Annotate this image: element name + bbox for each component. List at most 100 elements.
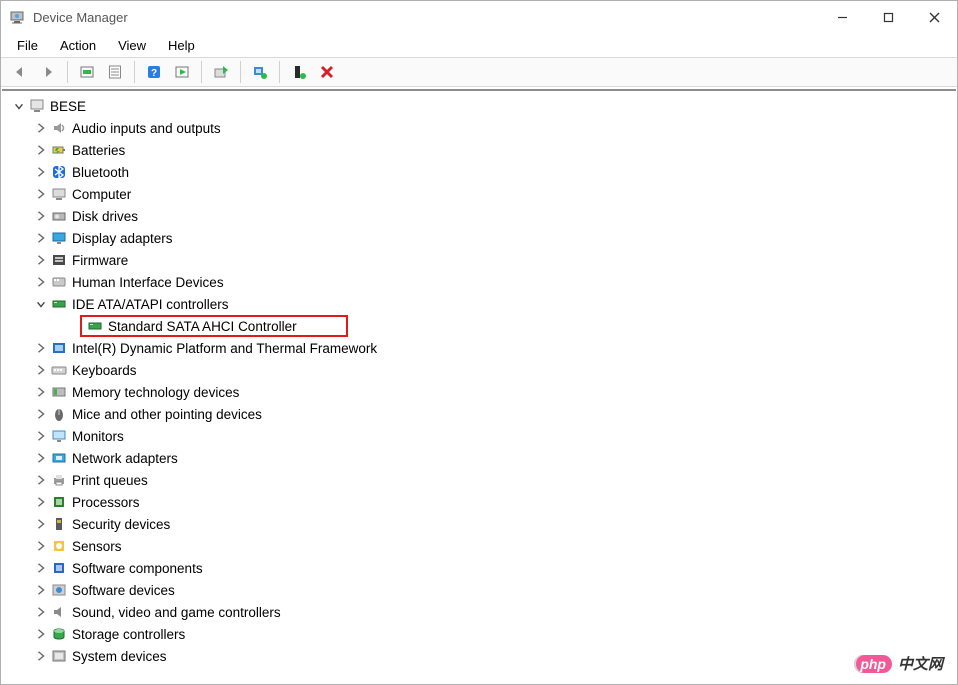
tree-item-label: Network adapters [72, 451, 178, 466]
swdev-icon [50, 581, 68, 599]
tree-item-batteries[interactable]: Batteries [8, 139, 956, 161]
toolbar-separator [201, 61, 202, 83]
tree-item-monitors[interactable]: Monitors [8, 425, 956, 447]
tree-item-diskdrives[interactable]: Disk drives [8, 205, 956, 227]
expand-icon[interactable] [34, 187, 48, 201]
expand-icon[interactable] [34, 429, 48, 443]
expand-icon[interactable] [34, 627, 48, 641]
tree-item-computer[interactable]: Computer [8, 183, 956, 205]
tree-item-swdev[interactable]: Software devices [8, 579, 956, 601]
expand-icon[interactable] [34, 341, 48, 355]
tree-item-sound[interactable]: Sound, video and game controllers [8, 601, 956, 623]
tree-item-swcomp[interactable]: Software components [8, 557, 956, 579]
tree-item-label: Display adapters [72, 231, 173, 246]
minimize-button[interactable] [819, 1, 865, 33]
menu-help[interactable]: Help [160, 36, 203, 55]
watermark-badge: php [854, 655, 892, 673]
expand-icon[interactable] [34, 275, 48, 289]
tree-item-intel[interactable]: Intel(R) Dynamic Platform and Thermal Fr… [8, 337, 956, 359]
memtech-icon [50, 383, 68, 401]
sata-icon [86, 317, 104, 335]
expand-icon[interactable] [34, 539, 48, 553]
window-title: Device Manager [33, 10, 128, 25]
expand-icon[interactable] [34, 407, 48, 421]
back-button[interactable] [7, 60, 33, 84]
expand-icon[interactable] [34, 649, 48, 663]
toolbar: ? [1, 57, 957, 87]
help-button[interactable]: ? [141, 60, 167, 84]
hid-icon [50, 273, 68, 291]
update-driver-button[interactable] [208, 60, 234, 84]
tree-item-audio[interactable]: Audio inputs and outputs [8, 117, 956, 139]
show-hidden-button[interactable] [74, 60, 100, 84]
uninstall-icon-button[interactable] [247, 60, 273, 84]
audio-icon [50, 119, 68, 137]
expand-icon[interactable] [34, 253, 48, 267]
tree-item-sata[interactable]: Standard SATA AHCI Controller [8, 315, 956, 337]
firmware-icon [50, 251, 68, 269]
svg-text:?: ? [151, 68, 157, 79]
maximize-button[interactable] [865, 1, 911, 33]
expand-icon[interactable] [34, 451, 48, 465]
expand-icon[interactable] [34, 209, 48, 223]
tree-item-label: Audio inputs and outputs [72, 121, 221, 136]
expand-icon[interactable] [34, 143, 48, 157]
tree-item-processors[interactable]: Processors [8, 491, 956, 513]
display-icon [50, 229, 68, 247]
expand-icon[interactable] [34, 231, 48, 245]
intel-icon [50, 339, 68, 357]
tree-item-sysdev[interactable]: System devices [8, 645, 956, 667]
tree-item-label: Monitors [72, 429, 124, 444]
storage-icon [50, 625, 68, 643]
tree-item-security[interactable]: Security devices [8, 513, 956, 535]
tree-item-storage[interactable]: Storage controllers [8, 623, 956, 645]
tree-item-hid[interactable]: Human Interface Devices [8, 271, 956, 293]
tree-item-label: Batteries [72, 143, 125, 158]
close-button[interactable] [911, 1, 957, 33]
toolbar-separator [67, 61, 68, 83]
sysdev-icon [50, 647, 68, 665]
expand-icon[interactable] [34, 495, 48, 509]
tree-item-network[interactable]: Network adapters [8, 447, 956, 469]
device-tree[interactable]: BESE Audio inputs and outputs Batteries Blu… [2, 91, 956, 683]
menu-action[interactable]: Action [52, 36, 104, 55]
tree-item-label: Security devices [72, 517, 170, 532]
expand-icon[interactable] [34, 363, 48, 377]
expand-icon[interactable] [34, 165, 48, 179]
tree-item-mice[interactable]: Mice and other pointing devices [8, 403, 956, 425]
expand-icon[interactable] [34, 517, 48, 531]
tree-item-keyboards[interactable]: Keyboards [8, 359, 956, 381]
expand-icon[interactable] [34, 583, 48, 597]
collapse-icon[interactable] [12, 99, 26, 113]
tree-item-firmware[interactable]: Firmware [8, 249, 956, 271]
add-legacy-button[interactable] [286, 60, 312, 84]
tree-item-label: Keyboards [72, 363, 137, 378]
tree-item-ide[interactable]: IDE ATA/ATAPI controllers [8, 293, 956, 315]
remove-device-button[interactable] [314, 60, 340, 84]
expand-icon[interactable] [34, 561, 48, 575]
mice-icon [50, 405, 68, 423]
tree-item-label: Processors [72, 495, 140, 510]
expand-icon[interactable] [34, 121, 48, 135]
tree-item-print[interactable]: Print queues [8, 469, 956, 491]
menu-view[interactable]: View [110, 36, 154, 55]
expand-icon[interactable] [34, 385, 48, 399]
computer-icon [28, 97, 46, 115]
expand-icon[interactable] [34, 605, 48, 619]
collapse-icon[interactable] [34, 297, 48, 311]
tree-item-label: Software components [72, 561, 203, 576]
menu-file[interactable]: File [9, 36, 46, 55]
scan-button[interactable] [169, 60, 195, 84]
print-icon [50, 471, 68, 489]
tree-item-memtech[interactable]: Memory technology devices [8, 381, 956, 403]
expander-placeholder [64, 319, 78, 333]
tree-root[interactable]: BESE [8, 95, 956, 117]
tree-item-display[interactable]: Display adapters [8, 227, 956, 249]
properties-button[interactable] [102, 60, 128, 84]
expand-icon[interactable] [34, 473, 48, 487]
tree-item-bluetooth[interactable]: Bluetooth [8, 161, 956, 183]
forward-button[interactable] [35, 60, 61, 84]
bluetooth-icon [50, 163, 68, 181]
tree-item-sensors[interactable]: Sensors [8, 535, 956, 557]
tree-item-label: Mice and other pointing devices [72, 407, 262, 422]
